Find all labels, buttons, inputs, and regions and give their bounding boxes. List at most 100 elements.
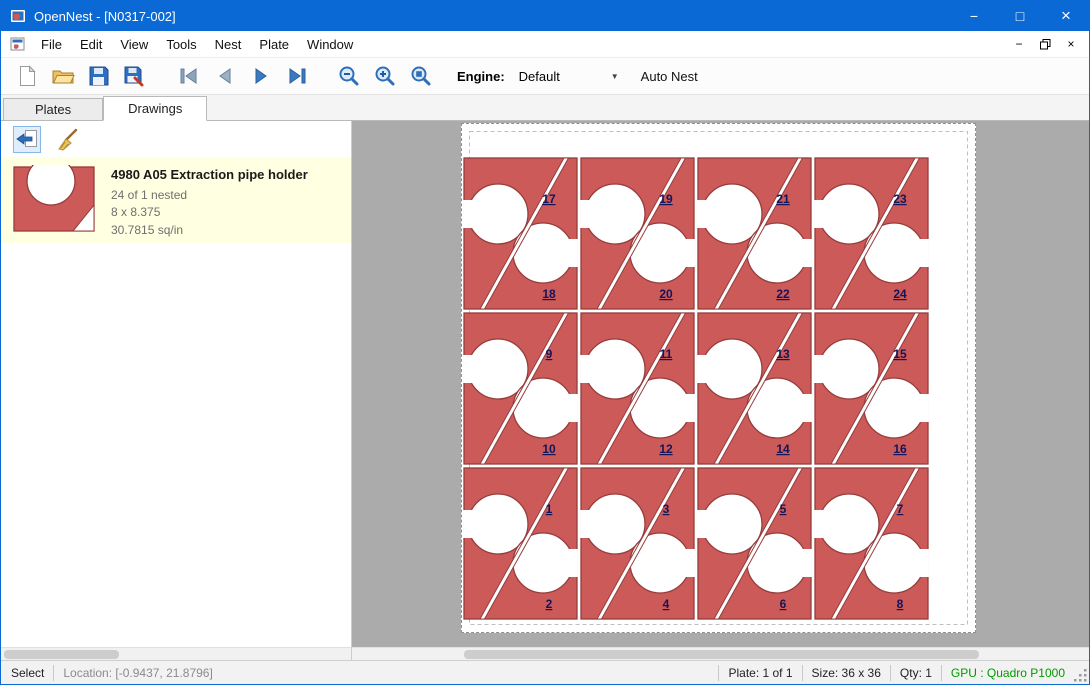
tool-bar: Engine: Default ▼ Auto Nest	[1, 57, 1089, 95]
new-button[interactable]	[9, 60, 45, 92]
tab-strip: Plates Drawings	[1, 95, 1089, 121]
menu-tools[interactable]: Tools	[157, 35, 205, 54]
zoom-fit-button[interactable]	[403, 60, 439, 92]
previous-plate-button[interactable]	[207, 60, 243, 92]
nest-pair[interactable]: 1516	[814, 313, 929, 464]
svg-text:11: 11	[660, 347, 673, 361]
nest-pair[interactable]: 23 24	[814, 158, 929, 309]
svg-text:20: 20	[659, 287, 673, 301]
menu-nest[interactable]: Nest	[206, 35, 251, 54]
tab-plates[interactable]: Plates	[3, 98, 103, 120]
svg-text:15: 15	[893, 347, 907, 361]
first-icon	[178, 67, 200, 85]
nest-pair[interactable]: 78	[814, 468, 929, 619]
zoom-fit-icon	[410, 65, 432, 87]
zoom-out-icon	[338, 65, 360, 87]
minimize-button[interactable]: −	[951, 1, 997, 31]
svg-text:7: 7	[897, 502, 904, 516]
svg-text:5: 5	[780, 502, 787, 516]
svg-text:4: 4	[663, 597, 670, 611]
next-plate-button[interactable]	[243, 60, 279, 92]
svg-text:8: 8	[897, 597, 904, 611]
divider	[802, 665, 803, 681]
nest-pair[interactable]: 1112	[580, 313, 695, 464]
engine-select[interactable]: Default ▼	[513, 66, 625, 87]
status-gpu: GPU : Quadro P1000	[951, 666, 1065, 680]
mdi-minimize-button[interactable]: −	[1009, 35, 1029, 53]
menu-view[interactable]: View	[111, 35, 157, 54]
open-button[interactable]	[45, 60, 81, 92]
svg-text:14: 14	[776, 442, 790, 456]
save-button[interactable]	[81, 60, 117, 92]
nest-pair[interactable]: 1920	[580, 158, 695, 309]
nest-pair[interactable]: 2122	[697, 158, 812, 309]
drawing-nested-count: 24 of 1 nested	[111, 187, 308, 204]
svg-text:9: 9	[546, 347, 553, 361]
canvas-horizontal-scrollbar[interactable]	[352, 647, 1089, 660]
document-icon	[10, 37, 26, 52]
divider	[941, 665, 942, 681]
svg-text:23: 23	[893, 192, 907, 206]
new-file-icon	[18, 65, 37, 87]
svg-text:6: 6	[780, 597, 787, 611]
last-icon	[286, 67, 308, 85]
drawing-list-item[interactable]: 4980 A05 Extraction pipe holder 24 of 1 …	[1, 157, 351, 243]
save-as-button[interactable]	[117, 60, 153, 92]
main-area: 4980 A05 Extraction pipe holder 24 of 1 …	[1, 121, 1089, 660]
svg-text:2: 2	[546, 597, 553, 611]
canvas-scroll-thumb[interactable]	[464, 650, 979, 659]
panel-scroll-thumb[interactable]	[4, 650, 119, 659]
panel-horizontal-scrollbar[interactable]	[1, 647, 351, 660]
resize-grip[interactable]	[1071, 666, 1089, 684]
nest-pair[interactable]: 1314	[697, 313, 812, 464]
menu-file[interactable]: File	[32, 35, 71, 54]
menu-plate[interactable]: Plate	[250, 35, 298, 54]
status-location: Location: [-0.9437, 21.8796]	[63, 666, 212, 680]
drawing-area: 30.7815 sq/in	[111, 222, 308, 239]
svg-text:10: 10	[542, 442, 556, 456]
nest-pair[interactable]: 34	[580, 468, 695, 619]
svg-text:19: 19	[659, 192, 673, 206]
app-window: OpenNest - [N0317-002] − □ × File Edit V…	[0, 0, 1090, 685]
clean-drawings-button[interactable]	[53, 126, 81, 153]
menu-window[interactable]: Window	[298, 35, 362, 54]
divider	[53, 665, 54, 681]
zoom-in-icon	[374, 65, 396, 87]
maximize-button[interactable]: □	[997, 1, 1043, 31]
save-icon	[89, 66, 109, 86]
close-button[interactable]: ×	[1043, 1, 1089, 31]
zoom-in-button[interactable]	[367, 60, 403, 92]
nest-pair[interactable]: 56	[697, 468, 812, 619]
window-title: OpenNest - [N0317-002]	[34, 9, 176, 24]
part-thumbnail	[11, 165, 97, 235]
import-icon	[16, 129, 38, 149]
divider	[718, 665, 719, 681]
mdi-close-button[interactable]: ×	[1061, 35, 1081, 53]
nest-pair[interactable]: 1718	[463, 158, 578, 309]
nest-pair[interactable]: 9 10	[463, 313, 578, 464]
save-as-icon	[124, 66, 146, 87]
first-plate-button[interactable]	[171, 60, 207, 92]
status-size: Size: 36 x 36	[812, 666, 881, 680]
auto-nest-button[interactable]: Auto Nest	[641, 69, 698, 84]
svg-text:24: 24	[893, 287, 907, 301]
menu-edit[interactable]: Edit	[71, 35, 111, 54]
next-icon	[251, 67, 271, 85]
status-mode: Select	[1, 666, 44, 680]
app-icon	[10, 8, 26, 24]
nest-canvas[interactable]: 171819202122232491011121314151612345678	[352, 121, 1089, 660]
svg-text:18: 18	[542, 287, 556, 301]
import-drawing-button[interactable]	[13, 126, 41, 153]
tab-drawings[interactable]: Drawings	[103, 96, 207, 121]
plate[interactable]: 171819202122232491011121314151612345678	[461, 123, 976, 633]
last-plate-button[interactable]	[279, 60, 315, 92]
nest-pair[interactable]: 12	[463, 468, 578, 619]
zoom-out-button[interactable]	[331, 60, 367, 92]
svg-text:16: 16	[893, 442, 907, 456]
status-bar: Select Location: [-0.9437, 21.8796] Plat…	[1, 660, 1089, 684]
divider	[890, 665, 891, 681]
mdi-restore-button[interactable]	[1035, 35, 1055, 53]
svg-text:17: 17	[542, 192, 556, 206]
svg-text:22: 22	[776, 287, 790, 301]
previous-icon	[215, 67, 235, 85]
